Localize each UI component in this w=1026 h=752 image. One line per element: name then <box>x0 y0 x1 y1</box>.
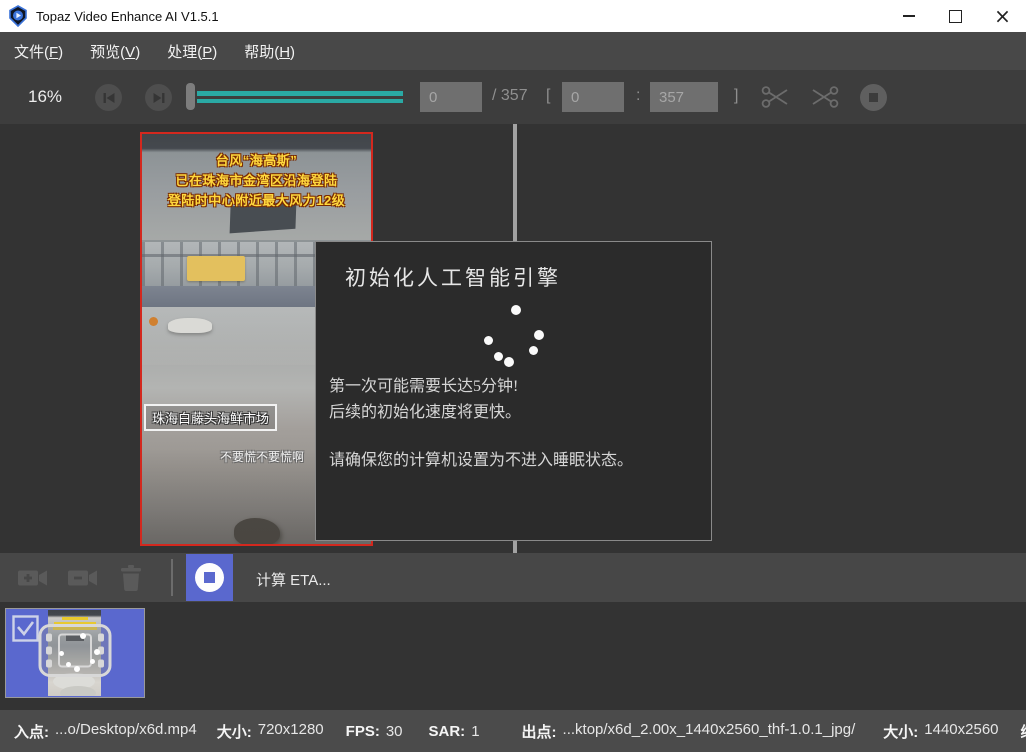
menu-item-process[interactable]: 处理(P) <box>167 41 217 62</box>
status-scale: 缩放:200% <box>1021 721 1026 742</box>
toolbar-separator <box>171 559 173 596</box>
remove-video-button[interactable] <box>66 553 100 602</box>
trim-out-input[interactable] <box>650 82 718 112</box>
video-yellow-sign <box>187 256 245 281</box>
total-frames-label: / 357 <box>492 87 528 105</box>
menu-bar: 文件(F) 预览(V) 处理(P) 帮助(H) <box>0 32 1026 70</box>
status-output-path: 出点:...ktop/x6d_2.00x_1440x2560_thf-1.0.1… <box>522 721 856 742</box>
status-fps: FPS:30 <box>346 723 403 740</box>
menu-item-file[interactable]: 文件(F) <box>14 41 63 62</box>
thumbnail-checkbox[interactable] <box>12 615 39 647</box>
next-frame-button[interactable] <box>145 84 172 111</box>
app-logo-icon <box>8 5 28 27</box>
filmstrip-icon <box>37 623 113 684</box>
status-input-size: 大小:720x1280 <box>217 721 324 742</box>
maximize-button[interactable] <box>932 0 979 32</box>
delete-video-button[interactable] <box>116 553 146 602</box>
checkbox-checked-icon <box>12 615 39 642</box>
close-icon: × <box>994 6 1011 26</box>
close-button[interactable]: × <box>979 0 1026 32</box>
status-output-size: 大小:1440x2560 <box>883 721 998 742</box>
status-sar: SAR:1 <box>429 723 480 740</box>
slider-track <box>197 91 403 103</box>
menu-item-help[interactable]: 帮助(H) <box>244 41 295 62</box>
stop-processing-button[interactable] <box>186 554 233 601</box>
video-caption-label: 珠海白藤头海鲜市场 <box>144 404 277 431</box>
previous-frame-button[interactable] <box>95 84 122 111</box>
video-thumbnail-item[interactable] <box>5 608 145 698</box>
timeline-slider[interactable] <box>186 70 403 124</box>
bracket-open-label: [ <box>546 87 550 105</box>
dialog-title: 初始化人工智能引擎 <box>345 262 561 292</box>
slider-handle[interactable] <box>186 83 195 110</box>
init-engine-dialog: 初始化人工智能引擎 第一次可能需要长达5分钟! 后续的初始化速度将更快。 请确保… <box>315 241 712 541</box>
video-orange-light <box>149 317 158 326</box>
stop-preview-button[interactable] <box>860 84 887 111</box>
video-subtitle-text: 不要慌不要慌啊 <box>220 448 304 465</box>
zoom-level: 16% <box>28 87 62 107</box>
thumbnail-strip <box>0 602 1026 710</box>
current-frame-input[interactable] <box>420 82 482 112</box>
menu-item-preview[interactable]: 预览(V) <box>90 41 140 62</box>
remove-video-camera-icon <box>68 568 98 588</box>
stop-icon <box>869 93 878 102</box>
skip-previous-icon <box>103 92 115 104</box>
video-headline-text: 台风“海高斯” 已在珠海市金湾区沿海登陆 登陆时中心附近最大风力12级 <box>142 151 371 211</box>
trim-start-button[interactable] <box>760 84 790 110</box>
app-window: Topaz Video Enhance AI V1.5.1 × 文件(F) 预览… <box>0 0 1026 752</box>
video-flooded-car <box>168 318 212 333</box>
maximize-icon <box>949 10 962 23</box>
scissors-left-icon <box>811 85 839 109</box>
status-bar: 入点:...o/Desktop/x6d.mp4 大小:720x1280 FPS:… <box>0 710 1026 752</box>
eta-label: 计算 ETA... <box>256 569 331 590</box>
trim-separator-label: : <box>636 87 640 105</box>
minimize-button[interactable] <box>885 0 932 32</box>
status-input-path: 入点:...o/Desktop/x6d.mp4 <box>14 721 197 742</box>
title-bar: Topaz Video Enhance AI V1.5.1 × <box>0 0 1026 32</box>
add-video-camera-icon <box>18 568 48 588</box>
trim-end-button[interactable] <box>810 84 840 110</box>
trim-in-input[interactable] <box>562 82 624 112</box>
window-title: Topaz Video Enhance AI V1.5.1 <box>36 9 219 24</box>
minimize-icon <box>903 15 915 17</box>
window-controls: × <box>885 0 1026 32</box>
stop-processing-icon <box>195 563 224 592</box>
skip-next-icon <box>153 92 165 104</box>
bracket-close-label: ] <box>734 87 738 105</box>
trash-icon <box>120 565 142 591</box>
process-toolbar: 计算 ETA... <box>0 553 1026 602</box>
add-video-button[interactable] <box>16 553 50 602</box>
playback-toolbar: 16% / 357 [ : ] <box>0 70 1026 124</box>
dialog-message: 第一次可能需要长达5分钟! 后续的初始化速度将更快。 请确保您的计算机设置为不进… <box>329 374 633 474</box>
scissors-right-icon <box>761 85 789 109</box>
main-area: 台风“海高斯” 已在珠海市金湾区沿海登陆 登陆时中心附近最大风力12级 珠海白藤… <box>0 124 1026 553</box>
